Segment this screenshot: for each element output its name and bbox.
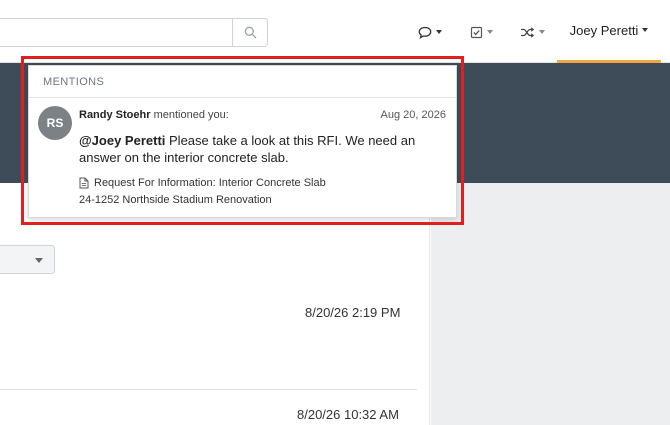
tasks-menu-button[interactable] [470,21,493,43]
mention-project: 24-1252 Northside Stadium Renovation [79,194,272,206]
mention-author-line: Randy Stoehr mentioned you: [79,109,229,121]
mention-date: Aug 20, 2026 [380,109,446,121]
mention-action: mentioned you: [153,109,229,121]
comment-icon [418,26,432,39]
search-icon [244,26,256,39]
chevron-down-icon [35,258,43,263]
chevron-down-icon [539,30,545,34]
filter-select[interactable] [0,245,55,274]
mention-message: @Joey Peretti Please take a look at this… [79,132,439,166]
document-icon [79,177,89,189]
chevron-down-icon [436,30,442,34]
feed-timestamp: 8/20/26 2:19 PM [305,305,401,320]
comments-menu-button[interactable] [418,21,442,43]
chevron-down-icon [642,28,649,32]
side-background [431,183,670,425]
user-name: Joey Peretti [569,22,639,38]
feed-timestamp: 8/20/26 10:32 AM [297,407,399,422]
avatar: RS [38,106,72,140]
top-header: Joey Peretti [0,0,670,63]
mentions-header: MENTIONS [29,66,456,98]
mention-link-text: Request For Information: Interior Concre… [94,177,326,189]
feed-divider [0,389,417,390]
shuffle-icon [521,26,535,38]
user-menu-button[interactable]: Joey Peretti [557,0,661,63]
search-button[interactable] [232,18,268,47]
mention-author: Randy Stoehr [79,109,151,121]
mention-tag: @Joey Peretti [79,133,166,148]
checkbox-icon [470,26,483,38]
search-input[interactable] [0,18,233,47]
mentions-dropdown: MENTIONS RS Randy Stoehr mentioned you: … [28,65,457,218]
mention-link[interactable]: Request For Information: Interior Concre… [79,177,326,189]
switch-menu-button[interactable] [520,21,545,43]
chevron-down-icon [487,30,493,34]
